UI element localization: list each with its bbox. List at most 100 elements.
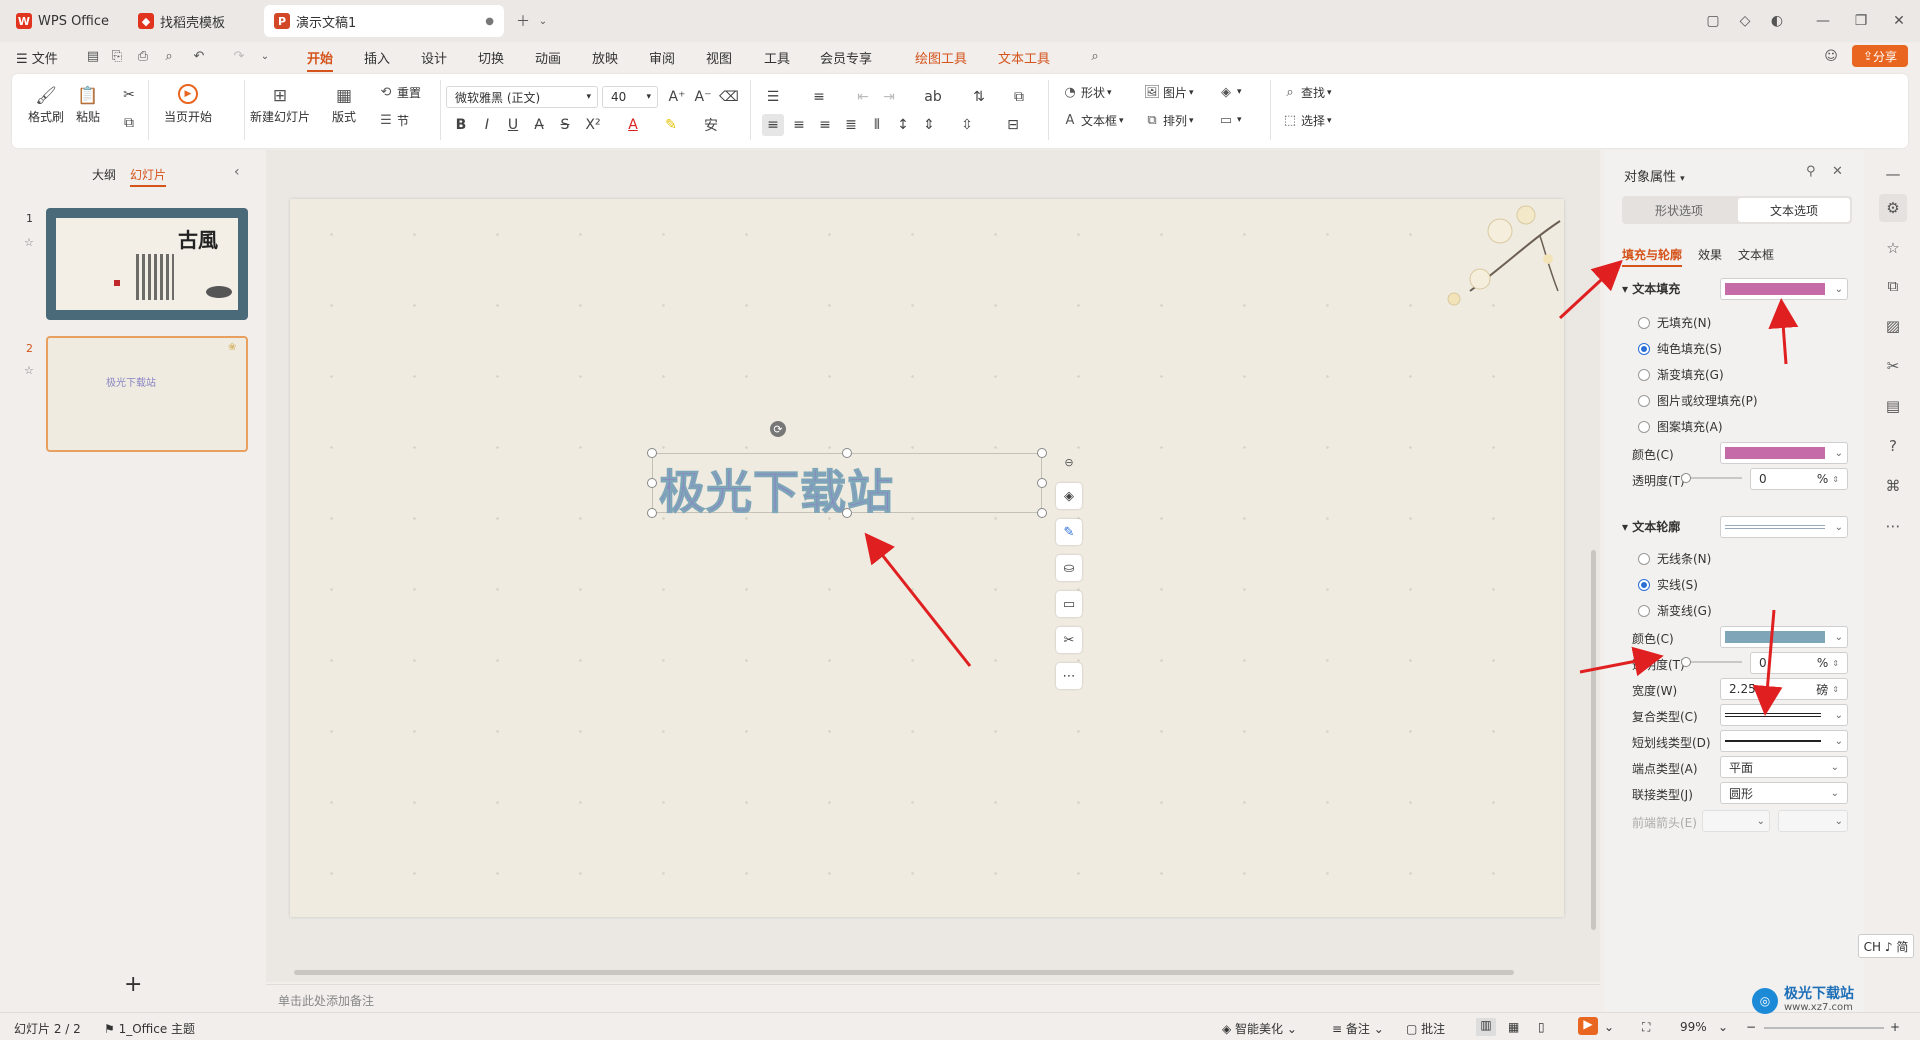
text-direction-icon[interactable]: ab xyxy=(922,86,944,108)
tools-icon[interactable]: ✂ xyxy=(1056,627,1082,653)
outline-color-dropdown[interactable]: ⌄ xyxy=(1720,626,1848,648)
select-button[interactable]: ⬚ 选择 ▾ xyxy=(1282,112,1332,129)
tab-modified-dot-icon[interactable]: ● xyxy=(485,16,494,27)
radio-gradient-fill[interactable]: 渐变填充(G) xyxy=(1638,366,1724,383)
outline-transparency-input[interactable]: 0% ⇕ xyxy=(1750,652,1848,674)
indent-icon[interactable]: ⇥ xyxy=(878,86,900,108)
menu-drawing-tools[interactable]: 绘图工具 xyxy=(915,48,967,67)
bold-icon[interactable]: B xyxy=(450,114,472,136)
decrease-font-icon[interactable]: A⁻ xyxy=(692,86,714,108)
align-right-icon[interactable]: ≡ xyxy=(814,114,836,136)
radio-no-line[interactable]: 无线条(N) xyxy=(1638,550,1711,567)
add-slide-icon[interactable]: + xyxy=(124,972,142,997)
align-center-icon[interactable]: ≡ xyxy=(788,114,810,136)
resize-handle[interactable] xyxy=(1037,508,1047,518)
collapse-toolbar-icon[interactable]: ⊖ xyxy=(1058,455,1080,469)
highlight-icon[interactable]: ✎ xyxy=(660,114,682,136)
para-spacing-icon[interactable]: ⇕ xyxy=(918,114,940,136)
theme-name[interactable]: ⚑ 1_Office 主题 xyxy=(104,1020,195,1037)
picture-button[interactable]: 🖼 图片 ▾ xyxy=(1144,84,1194,101)
clear-format-icon[interactable]: ⌫ xyxy=(718,86,740,108)
shape-button[interactable]: ◔ 形状 ▾ xyxy=(1062,84,1111,101)
menu-home[interactable]: 开始 xyxy=(307,48,334,72)
slideshow-icon[interactable]: ▶ xyxy=(1578,1017,1598,1035)
fill-color-dropdown[interactable]: ⌄ xyxy=(1720,442,1848,464)
italic-icon[interactable]: I xyxy=(476,114,498,136)
chevron-down-icon[interactable]: ⌄ xyxy=(1718,1020,1728,1034)
cap-type-dropdown[interactable]: 平面 ⌄ xyxy=(1720,756,1848,778)
collapse-icon[interactable]: — xyxy=(1883,164,1903,184)
book-icon[interactable]: ▤ xyxy=(1883,396,1903,416)
char-spacing-icon[interactable]: 安 xyxy=(700,114,722,136)
font-size-dropdown[interactable]: 40 ▾ xyxy=(602,86,658,108)
zoom-level[interactable]: 99% xyxy=(1680,1020,1707,1034)
convert-icon[interactable]: ⧉ xyxy=(1008,86,1030,108)
outdent-icon[interactable]: ⇤ xyxy=(852,86,874,108)
compound-type-dropdown[interactable]: ⌄ xyxy=(1720,704,1848,726)
star-icon[interactable]: ☆ xyxy=(24,364,34,377)
help-icon[interactable]: ? xyxy=(1883,436,1903,456)
tab-shape-options[interactable]: 形状选项 xyxy=(1624,198,1734,222)
begin-arrow-size-dropdown[interactable]: ⌄ xyxy=(1778,810,1848,832)
menu-member[interactable]: 会员专享 xyxy=(820,48,872,67)
increase-font-icon[interactable]: A⁺ xyxy=(666,86,688,108)
tab-text-options[interactable]: 文本选项 xyxy=(1738,198,1850,222)
window-layout-icon[interactable]: ▢ xyxy=(1702,10,1724,32)
resize-handle[interactable] xyxy=(1037,478,1047,488)
radio-solid-fill[interactable]: 纯色填充(S) xyxy=(1638,340,1722,357)
redo-icon[interactable]: ↷ xyxy=(230,47,248,65)
tab-list-chevron-icon[interactable]: ⌄ xyxy=(532,10,554,32)
smart-beautify-button[interactable]: ◈ 智能美化 ⌄ xyxy=(1222,1020,1297,1037)
horizontal-scrollbar[interactable] xyxy=(276,968,1576,976)
rotate-handle-icon[interactable]: ⟳ xyxy=(770,421,786,437)
paste-button[interactable]: 📋 粘贴 xyxy=(76,84,100,125)
menu-review[interactable]: 审阅 xyxy=(649,48,675,67)
menu-transition[interactable]: 切换 xyxy=(478,48,504,67)
slides-tab[interactable]: 幻灯片 xyxy=(130,166,167,187)
file-menu[interactable]: ☰ 文件 xyxy=(16,48,58,67)
export-icon[interactable]: ⎘ xyxy=(108,47,126,65)
comments-button[interactable]: ▢ 批注 xyxy=(1406,1020,1445,1037)
zoom-slider[interactable] xyxy=(1764,1027,1884,1029)
chevron-down-icon[interactable]: ⌄ xyxy=(1604,1020,1614,1034)
tools-icon[interactable]: ✂ xyxy=(1883,356,1903,376)
reading-view-icon[interactable]: ▯ xyxy=(1538,1020,1545,1034)
border-icon[interactable]: ▭ xyxy=(1056,591,1082,617)
close-icon[interactable]: ✕ xyxy=(1888,10,1910,32)
menu-insert[interactable]: 插入 xyxy=(364,48,390,67)
ime-indicator[interactable]: CH ♪ 简 xyxy=(1858,934,1914,958)
menu-view[interactable]: 视图 xyxy=(706,48,732,67)
subtab-fill-outline[interactable]: 填充与轮廓 xyxy=(1622,246,1683,267)
share-button[interactable]: ⇪ 分享 xyxy=(1852,45,1908,67)
pin-icon[interactable]: ⚲ xyxy=(1806,164,1816,179)
dash-type-dropdown[interactable]: ⌄ xyxy=(1720,730,1848,752)
tab-template[interactable]: ◆ 找稻壳模板 xyxy=(128,5,258,37)
zoom-in-icon[interactable]: + xyxy=(1890,1020,1900,1034)
layout-button[interactable]: ▦ 版式 xyxy=(332,84,356,125)
properties-icon[interactable]: ⚙ xyxy=(1879,194,1907,222)
resize-handle[interactable] xyxy=(842,448,852,458)
slide-sorter-icon[interactable]: ▦ xyxy=(1508,1020,1519,1034)
text-columns-icon[interactable]: ⊟ xyxy=(1002,114,1024,136)
fill-transparency-slider[interactable] xyxy=(1681,473,1742,483)
slider-handle[interactable] xyxy=(1681,473,1691,483)
strikethrough-icon[interactable]: A̶ xyxy=(528,114,550,136)
outline-button[interactable]: ▭ ▾ xyxy=(1218,112,1242,128)
font-color-icon[interactable]: A xyxy=(622,114,644,136)
slider-handle[interactable] xyxy=(1681,657,1691,667)
slide-title-text[interactable]: 极光下载站 xyxy=(659,456,894,522)
underline-icon[interactable]: U xyxy=(502,114,524,136)
notes-button[interactable]: ≡ 备注 ⌄ xyxy=(1332,1020,1384,1037)
copy-icon[interactable]: ⧉ xyxy=(118,112,140,134)
selected-textbox[interactable]: 极光下载站 xyxy=(652,453,1042,520)
play-current-button[interactable]: ▶ 当页开始 xyxy=(164,84,212,125)
bullets-icon[interactable]: ☰ xyxy=(762,86,784,108)
align-left-icon[interactable]: ≡ xyxy=(762,114,784,136)
new-tab-icon[interactable]: ＋ xyxy=(512,10,534,32)
outline-style-picker[interactable]: ⌄ xyxy=(1720,516,1848,538)
fill-icon[interactable]: ⛀ xyxy=(1056,555,1082,581)
resize-handle[interactable] xyxy=(647,508,657,518)
radio-picture-fill[interactable]: 图片或纹理填充(P) xyxy=(1638,392,1758,409)
close-icon[interactable]: ✕ xyxy=(1832,164,1843,179)
width-input[interactable]: 2.25 磅 ⇕ xyxy=(1720,678,1848,700)
